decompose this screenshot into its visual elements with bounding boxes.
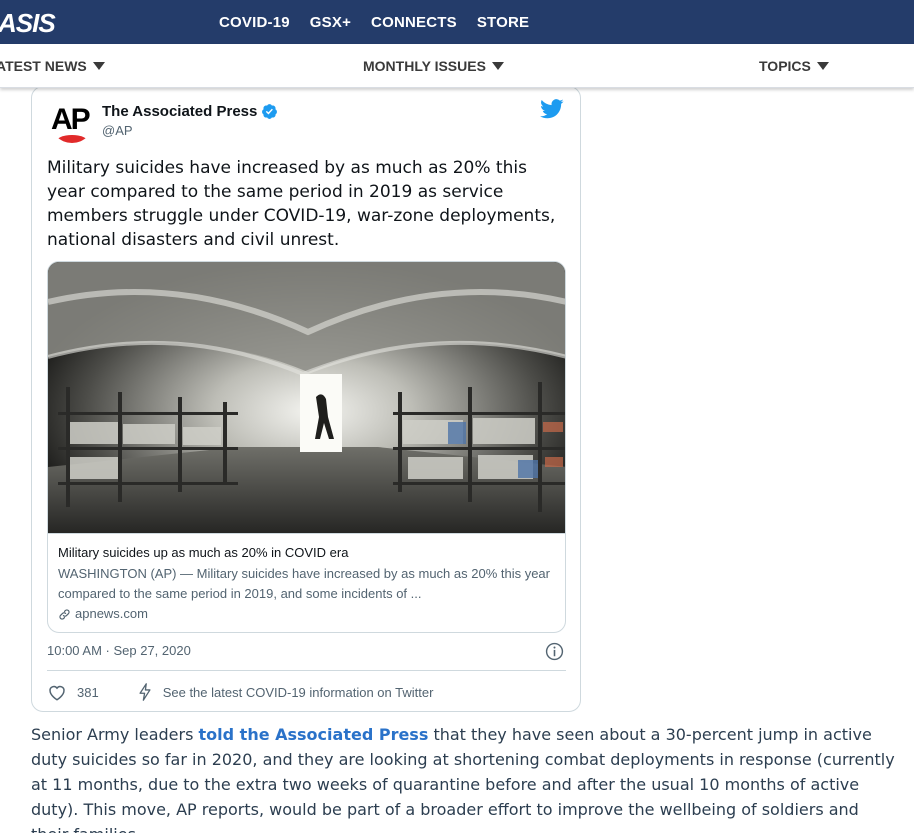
author-name-row[interactable]: The Associated Press xyxy=(102,103,278,120)
nav-connects[interactable]: CONNECTS xyxy=(371,14,457,31)
card-domain: apnews.com xyxy=(75,606,148,621)
ap-logo-icon: AP xyxy=(51,103,91,136)
card-text: Military suicides up as much as 20% in C… xyxy=(48,533,565,632)
site-header: ASIS INTERNATIONAL COVID-19 GSX+ CONNECT… xyxy=(0,0,914,49)
latest-news-dropdown[interactable]: ATEST NEWS xyxy=(0,44,105,88)
tweet-divider xyxy=(47,670,566,671)
latest-news-label: ATEST NEWS xyxy=(0,58,87,74)
nav-store[interactable]: STORE xyxy=(477,14,529,31)
lightning-bolt-icon xyxy=(139,683,151,701)
tweet-text: Military suicides have increased by as m… xyxy=(47,158,556,250)
article-paragraph: Senior Army leaders told the Associated … xyxy=(31,722,901,833)
caret-down-icon xyxy=(816,62,829,70)
top-nav: COVID-19 GSX+ CONNECTS STORE xyxy=(219,0,529,44)
caret-down-icon xyxy=(491,62,504,70)
verified-badge-icon xyxy=(262,104,278,119)
article-text-lead: Senior Army leaders xyxy=(31,725,199,744)
nav-gsx-plus[interactable]: GSX+ xyxy=(310,14,351,31)
caret-down-icon xyxy=(92,62,105,70)
nav-covid-19[interactable]: COVID-19 xyxy=(219,14,290,31)
link-icon xyxy=(59,608,70,620)
link-preview-card[interactable]: Military suicides up as much as 20% in C… xyxy=(47,261,566,633)
card-domain-row: apnews.com xyxy=(58,604,557,624)
site-logo[interactable]: ASIS INTERNATIONAL xyxy=(0,9,56,49)
card-description: WASHINGTON (AP) — Military suicides have… xyxy=(58,566,550,601)
tweet-timestamp[interactable]: 10:00 AM · Sep 27, 2020 xyxy=(47,643,191,658)
secondary-nav: ATEST NEWS MONTHLY ISSUES TOPICS xyxy=(0,44,914,88)
ap-logo-swoosh xyxy=(56,135,88,143)
covid-info-link[interactable]: See the latest COVID-19 information on T… xyxy=(163,685,434,700)
twitter-bird-icon[interactable] xyxy=(540,99,564,119)
topics-dropdown[interactable]: TOPICS xyxy=(759,44,829,88)
info-icon[interactable] xyxy=(545,642,564,661)
author-name: The Associated Press xyxy=(102,103,258,120)
topics-label: TOPICS xyxy=(759,58,811,74)
like-count[interactable]: 381 xyxy=(77,685,99,700)
author-handle[interactable]: @AP xyxy=(102,123,133,138)
author-avatar[interactable]: AP xyxy=(50,99,94,143)
heart-icon[interactable] xyxy=(47,683,67,701)
card-title: Military suicides up as much as 20% in C… xyxy=(58,545,349,560)
monthly-issues-label: MONTHLY ISSUES xyxy=(363,58,486,74)
tweet-actions: 381 See the latest COVID-19 information … xyxy=(47,683,433,701)
associated-press-link[interactable]: told the Associated Press xyxy=(199,725,429,744)
embedded-tweet[interactable]: AP The Associated Press @AP Military sui… xyxy=(31,86,581,712)
monthly-issues-dropdown[interactable]: MONTHLY ISSUES xyxy=(363,44,504,88)
tent-photo xyxy=(48,262,565,533)
